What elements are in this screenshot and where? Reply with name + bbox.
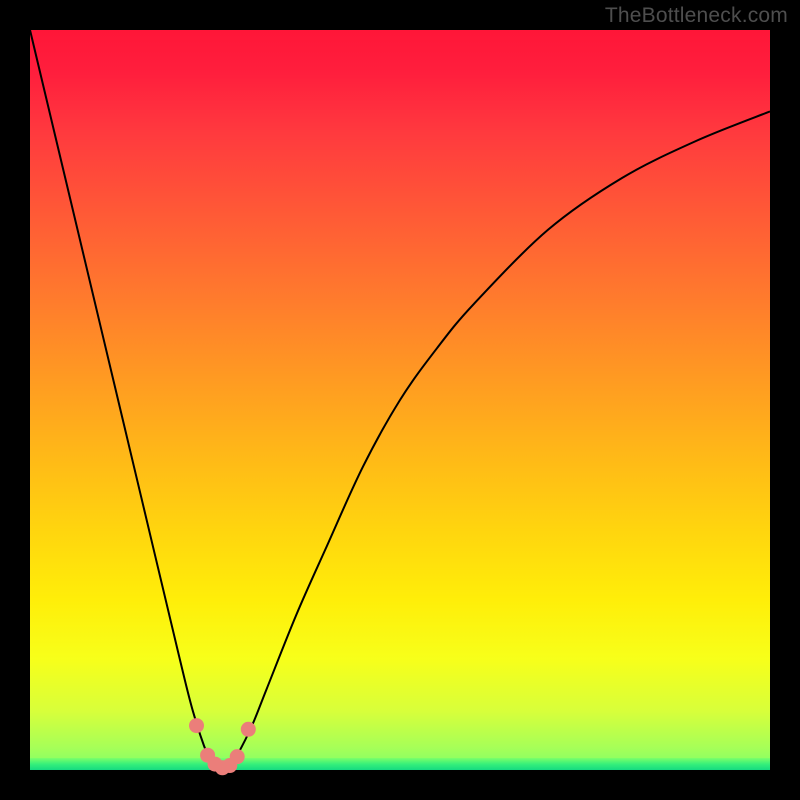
curve-marker <box>230 749 245 764</box>
curve-layer <box>30 30 770 770</box>
curve-marker <box>241 722 256 737</box>
chart-frame: TheBottleneck.com <box>0 0 800 800</box>
watermark-text: TheBottleneck.com <box>605 4 788 28</box>
curve-marker <box>189 718 204 733</box>
marker-group <box>189 718 256 775</box>
bottleneck-curve <box>30 30 770 770</box>
